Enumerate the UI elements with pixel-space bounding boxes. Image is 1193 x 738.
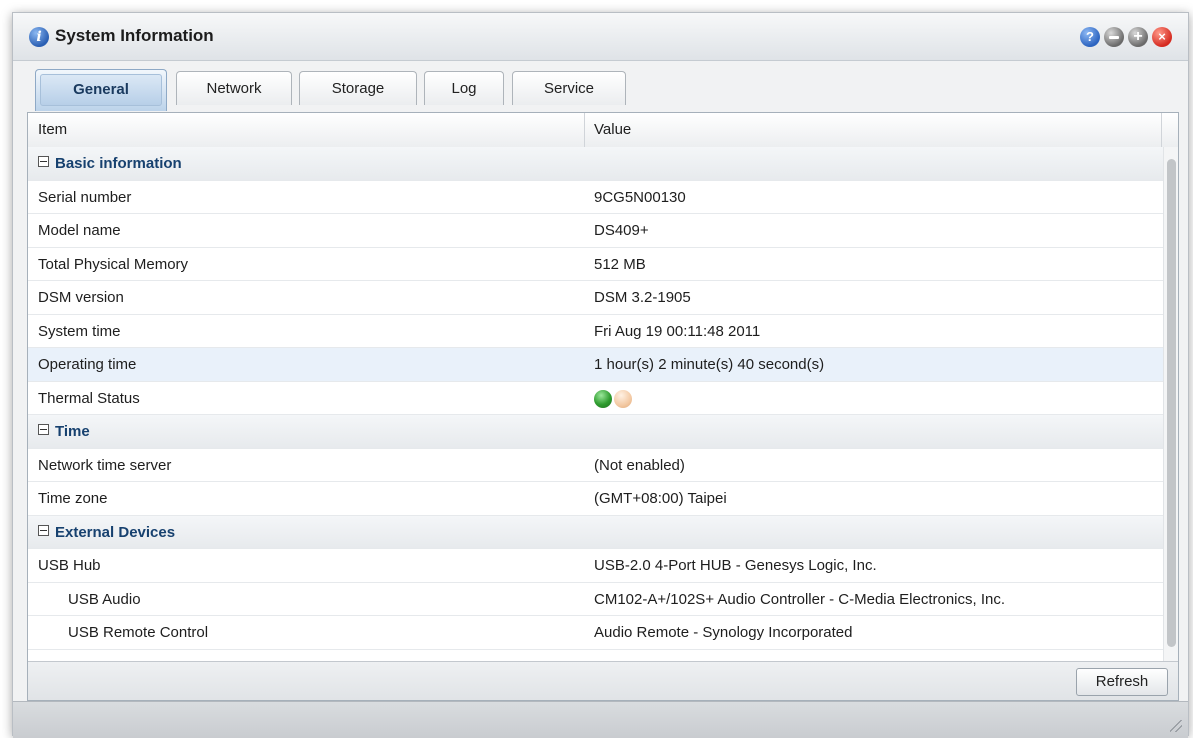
row-item: USB Audio bbox=[68, 590, 141, 608]
column-header-item[interactable]: Item bbox=[38, 121, 67, 138]
table-row[interactable]: Network time server (Not enabled) bbox=[28, 449, 1163, 482]
refresh-button[interactable]: Refresh bbox=[1076, 668, 1168, 696]
row-item: Serial number bbox=[38, 188, 132, 206]
group-time[interactable]: Time bbox=[28, 415, 1163, 449]
thermal-warning-icon bbox=[614, 389, 632, 408]
grid-header: Item Value bbox=[28, 113, 1178, 148]
group-basic-information[interactable]: Basic information bbox=[28, 147, 1163, 181]
maximize-icon[interactable]: + bbox=[1128, 27, 1148, 47]
resize-grip-icon[interactable] bbox=[1170, 720, 1182, 732]
row-value: 9CG5N00130 bbox=[594, 188, 686, 206]
table-row[interactable]: USB Audio CM102-A+/102S+ Audio Controlle… bbox=[28, 583, 1163, 616]
row-value: (Not enabled) bbox=[594, 456, 685, 474]
row-value: DSM 3.2-1905 bbox=[594, 289, 691, 306]
table-row[interactable]: Serial number 9CG5N00130 bbox=[28, 181, 1163, 214]
row-value: DS409+ bbox=[594, 222, 649, 239]
row-item: Total Physical Memory bbox=[38, 255, 189, 273]
row-item: Thermal Status bbox=[38, 389, 140, 407]
row-item: USB Remote Control bbox=[68, 624, 209, 641]
info-icon: i bbox=[29, 27, 49, 47]
group-title: Basic information bbox=[55, 155, 182, 172]
window-title: System Information bbox=[55, 26, 214, 45]
thermal-normal-icon bbox=[594, 389, 612, 408]
info-grid-panel: Item Value Basic information Serial numb… bbox=[27, 112, 1179, 701]
tab-log[interactable]: Log bbox=[424, 71, 504, 105]
help-icon[interactable]: ? bbox=[1080, 27, 1100, 47]
row-item: USB Hub bbox=[38, 557, 101, 574]
tab-general[interactable]: General bbox=[35, 69, 167, 111]
tab-network[interactable]: Network bbox=[176, 71, 292, 105]
collapse-icon[interactable] bbox=[38, 156, 49, 167]
table-row[interactable]: USB Hub USB-2.0 4-Port HUB - Genesys Log… bbox=[28, 549, 1163, 583]
row-item: System time bbox=[38, 322, 121, 340]
row-item: Network time server bbox=[38, 456, 172, 474]
table-row[interactable]: USB Remote Control Audio Remote - Synolo… bbox=[28, 616, 1163, 650]
row-value: 1 hour(s) 2 minute(s) 40 second(s) bbox=[594, 356, 825, 373]
grid-footer: Refresh bbox=[28, 661, 1178, 700]
table-row[interactable]: DSM version DSM 3.2-1905 bbox=[28, 281, 1163, 315]
scrollbar-thumb[interactable] bbox=[1167, 159, 1176, 647]
group-external-devices[interactable]: External Devices bbox=[28, 515, 1163, 549]
table-row[interactable]: Total Physical Memory 512 MB bbox=[28, 248, 1163, 281]
row-value: 512 MB bbox=[594, 255, 646, 273]
vertical-scrollbar[interactable] bbox=[1163, 147, 1178, 661]
table-row[interactable]: System time Fri Aug 19 00:11:48 2011 bbox=[28, 315, 1163, 348]
collapse-icon[interactable] bbox=[38, 424, 49, 435]
minimize-icon[interactable] bbox=[1104, 27, 1124, 47]
tab-service[interactable]: Service bbox=[512, 71, 626, 105]
row-value: Fri Aug 19 00:11:48 2011 bbox=[594, 322, 761, 340]
row-item: DSM version bbox=[38, 289, 124, 306]
collapse-icon[interactable] bbox=[38, 524, 49, 536]
tab-storage[interactable]: Storage bbox=[299, 71, 417, 105]
grid-body: Basic information Serial number 9CG5N001… bbox=[28, 147, 1163, 650]
table-row[interactable]: Thermal Status bbox=[28, 382, 1163, 415]
row-value: CM102-A+/102S+ Audio Controller - C-Medi… bbox=[594, 590, 1006, 608]
group-title: External Devices bbox=[55, 523, 176, 541]
column-header-value[interactable]: Value bbox=[594, 121, 631, 138]
table-row[interactable]: Model name DS409+ bbox=[28, 214, 1163, 248]
title-bar[interactable]: i System Information ? + × bbox=[13, 13, 1188, 61]
group-title: Time bbox=[55, 423, 90, 440]
window-controls: ? + × bbox=[1080, 27, 1172, 47]
row-item: Model name bbox=[38, 222, 121, 239]
system-information-window: i System Information ? + × General Netwo… bbox=[12, 12, 1189, 738]
tab-general-label: General bbox=[40, 74, 162, 106]
row-item: Operating time bbox=[38, 356, 137, 373]
window-status-bar bbox=[13, 701, 1188, 738]
table-row[interactable]: Operating time 1 hour(s) 2 minute(s) 40 … bbox=[28, 348, 1163, 382]
thermal-status-indicators bbox=[594, 389, 634, 408]
row-value: Audio Remote - Synology Incorporated bbox=[594, 624, 853, 641]
table-row[interactable]: Time zone (GMT+08:00) Taipei bbox=[28, 482, 1163, 516]
close-icon[interactable]: × bbox=[1152, 27, 1172, 47]
row-value: USB-2.0 4-Port HUB - Genesys Logic, Inc. bbox=[594, 557, 877, 574]
row-value: (GMT+08:00) Taipei bbox=[594, 490, 727, 507]
row-item: Time zone bbox=[38, 490, 108, 507]
